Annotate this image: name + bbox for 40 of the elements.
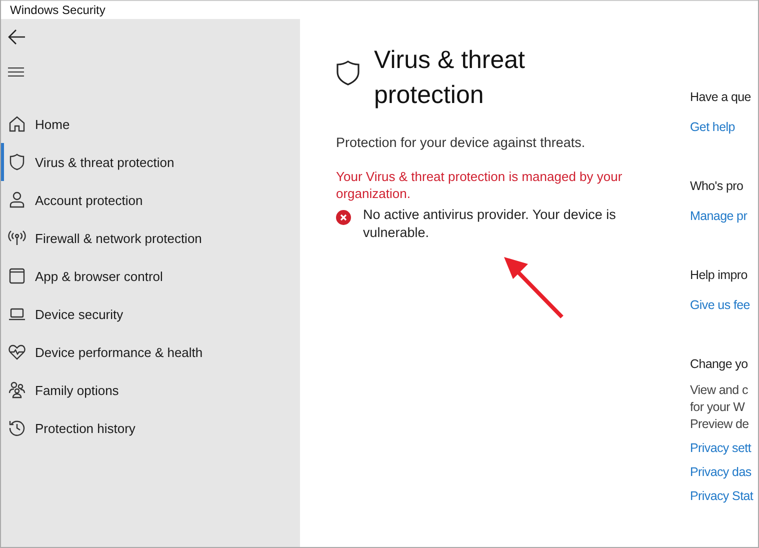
link[interactable]: Give us fee: [690, 293, 756, 317]
sidebar-item[interactable]: Device security: [1, 295, 300, 333]
managed-notice: Your Virus & threat protection is managed by your organization.: [336, 168, 624, 202]
back-arrow-icon[interactable]: [8, 29, 26, 45]
annotation-arrow: [502, 255, 566, 321]
person-icon: [8, 191, 26, 209]
sidebar-item[interactable]: Account protection: [1, 181, 300, 219]
link[interactable]: Manage pr: [690, 204, 756, 228]
people-icon: [8, 381, 26, 399]
antenna-icon: [8, 229, 26, 247]
link[interactable]: Privacy sett: [690, 436, 756, 460]
link[interactable]: Privacy das: [690, 460, 756, 484]
link[interactable]: Get help: [690, 115, 756, 139]
section-heading: Help impro: [690, 267, 748, 284]
history-icon: [8, 419, 26, 437]
heart-icon: [8, 343, 26, 361]
link[interactable]: Privacy Stat: [690, 484, 756, 508]
section-text: View and c: [690, 382, 749, 399]
shield-icon: [8, 153, 26, 171]
sidebar-item[interactable]: Protection history: [1, 409, 300, 447]
window-icon: [8, 267, 26, 285]
sidebar-item[interactable]: Device performance & health: [1, 333, 300, 371]
section-heading: Who's pro: [690, 178, 744, 195]
sidebar-item[interactable]: App & browser control: [1, 257, 300, 295]
sidebar-item[interactable]: Firewall & network protection: [1, 219, 300, 257]
window-title: Windows Security: [10, 3, 106, 17]
alert-message: No active antivirus provider. Your device is vulnerable.: [363, 206, 617, 242]
sidebar-item[interactable]: Family options: [1, 371, 300, 409]
home-icon: [8, 115, 26, 133]
sidebar-item[interactable]: Home: [1, 105, 300, 143]
section-heading: Change yo: [690, 356, 749, 373]
shield-icon: [336, 60, 360, 86]
error-icon: [336, 210, 351, 225]
section-text: Preview de: [690, 416, 750, 433]
section-text: for your W: [690, 399, 746, 416]
page-title: Virus & threat protection: [374, 45, 526, 111]
page-subtitle: Protection for your device against threats.: [336, 135, 586, 150]
sidebar-item[interactable]: Virus & threat protection: [1, 143, 300, 181]
section-heading: Have a que: [690, 89, 752, 106]
menu-icon[interactable]: [8, 67, 24, 77]
